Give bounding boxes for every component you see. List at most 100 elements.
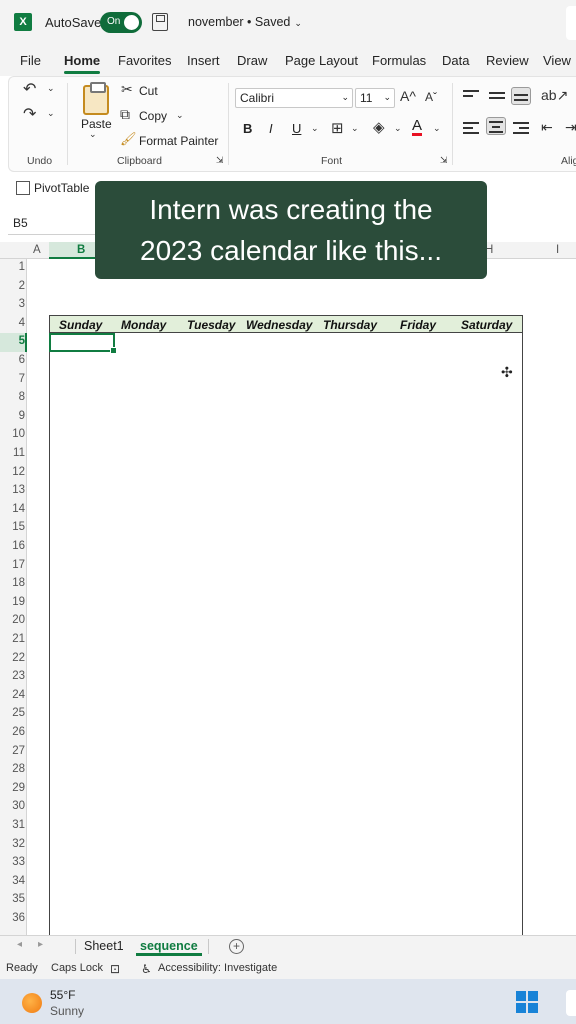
italic-button[interactable]: I (269, 121, 273, 136)
undo-dropdown-icon[interactable]: ⌄ (47, 83, 55, 94)
day-friday[interactable]: Friday (400, 318, 436, 332)
weather-description[interactable]: Sunny (50, 1004, 84, 1018)
row-header-35[interactable]: 35 (0, 893, 25, 905)
row-header-30[interactable]: 30 (0, 800, 25, 812)
cut-button[interactable]: Cut (139, 84, 158, 98)
underline-dropdown-icon[interactable]: ⌄ (311, 123, 319, 134)
paste-dropdown-icon[interactable]: ⌄ (89, 129, 97, 140)
row-header-15[interactable]: 15 (0, 521, 25, 533)
align-top-icon[interactable] (461, 87, 481, 105)
save-icon[interactable] (152, 13, 168, 31)
weather-temperature[interactable]: 55°F (50, 988, 75, 1002)
underline-button[interactable]: U (292, 121, 301, 136)
row-header-16[interactable]: 16 (0, 540, 25, 552)
status-accessibility[interactable]: Accessibility: Investigate (158, 962, 277, 974)
row-header-32[interactable]: 32 (0, 838, 25, 850)
name-box[interactable]: B5 (8, 213, 98, 235)
calendar-body[interactable] (49, 333, 523, 935)
next-sheet-icon[interactable]: ▸ (38, 939, 43, 950)
row-header-13[interactable]: 13 (0, 484, 25, 496)
macro-record-icon[interactable]: ⊡ (110, 962, 120, 976)
align-right-icon[interactable] (511, 119, 531, 137)
sheet-tab-sequence[interactable]: sequence (140, 939, 198, 953)
tab-view[interactable]: View (543, 53, 571, 68)
row-header-34[interactable]: 34 (0, 875, 25, 887)
borders-dropdown-icon[interactable]: ⌄ (351, 123, 359, 134)
row-header-7[interactable]: 7 (0, 373, 25, 385)
copy-button[interactable]: Copy (139, 109, 167, 123)
pivot-table-button[interactable]: PivotTable (34, 181, 89, 195)
row-header-12[interactable]: 12 (0, 466, 25, 478)
fill-dropdown-icon[interactable]: ⌄ (394, 123, 402, 134)
borders-icon[interactable]: ⊞ (331, 119, 344, 137)
row-header-24[interactable]: 24 (0, 689, 25, 701)
tab-home[interactable]: Home (64, 53, 100, 68)
row-header-29[interactable]: 29 (0, 782, 25, 794)
font-launcher-icon[interactable]: ⇲ (440, 155, 448, 166)
row-header-9[interactable]: 9 (0, 410, 25, 422)
row-header-33[interactable]: 33 (0, 856, 25, 868)
fill-color-icon[interactable]: ◈ (373, 118, 385, 136)
clipboard-launcher-icon[interactable]: ⇲ (216, 155, 224, 166)
tab-favorites[interactable]: Favorites (118, 53, 171, 68)
prev-sheet-icon[interactable]: ◂ (17, 939, 22, 950)
decrease-font-icon[interactable]: Aˇ (425, 90, 437, 104)
day-tuesday[interactable]: Tuesday (187, 318, 235, 332)
align-center-icon[interactable] (486, 117, 506, 135)
row-header-18[interactable]: 18 (0, 577, 25, 589)
copy-dropdown-icon[interactable]: ⌄ (176, 110, 184, 121)
row-header-26[interactable]: 26 (0, 726, 25, 738)
row-header-20[interactable]: 20 (0, 614, 25, 626)
row-header-4[interactable]: 4 (0, 317, 25, 329)
font-size-select[interactable]: 11 ⌄ (355, 88, 395, 108)
row-header-11[interactable]: 11 (0, 447, 25, 459)
row-header-36[interactable]: 36 (0, 912, 25, 924)
align-middle-icon[interactable] (487, 89, 507, 107)
tab-review[interactable]: Review (486, 53, 529, 68)
row-header-22[interactable]: 22 (0, 652, 25, 664)
align-left-icon[interactable] (461, 119, 481, 137)
add-sheet-button[interactable]: + (229, 939, 244, 954)
column-header-a[interactable]: A (33, 244, 41, 256)
day-monday[interactable]: Monday (121, 318, 166, 332)
row-header-8[interactable]: 8 (0, 391, 25, 403)
day-thursday[interactable]: Thursday (323, 318, 377, 332)
row-header-25[interactable]: 25 (0, 707, 25, 719)
paste-icon[interactable] (83, 82, 109, 115)
row-header-28[interactable]: 28 (0, 763, 25, 775)
tab-data[interactable]: Data (442, 53, 469, 68)
tab-insert[interactable]: Insert (187, 53, 220, 68)
day-wednesday[interactable]: Wednesday (246, 318, 312, 332)
active-cell-b5[interactable] (49, 333, 117, 354)
row-header-6[interactable]: 6 (0, 354, 25, 366)
row-header-10[interactable]: 10 (0, 428, 25, 440)
column-header-i[interactable]: I (556, 244, 559, 256)
font-color-icon[interactable]: A (412, 118, 423, 136)
redo-icon[interactable]: ↷ (23, 104, 36, 124)
document-title[interactable]: november • Saved ⌄ (188, 15, 302, 29)
font-name-select[interactable]: Calibri ⌄ (235, 88, 353, 108)
row-header-31[interactable]: 31 (0, 819, 25, 831)
row-header-14[interactable]: 14 (0, 503, 25, 515)
search-box-edge[interactable] (566, 6, 576, 40)
row-header-27[interactable]: 27 (0, 745, 25, 757)
day-saturday[interactable]: Saturday (461, 318, 512, 332)
row-header-3[interactable]: 3 (0, 298, 25, 310)
align-bottom-icon[interactable] (511, 87, 531, 105)
bold-button[interactable]: B (243, 121, 252, 136)
autosave-toggle[interactable]: On (100, 12, 142, 33)
row-header-21[interactable]: 21 (0, 633, 25, 645)
day-sunday[interactable]: Sunday (59, 318, 102, 332)
row-header-19[interactable]: 19 (0, 596, 25, 608)
row-header-1[interactable]: 1 (0, 261, 25, 273)
tab-file[interactable]: File (20, 53, 41, 68)
font-color-dropdown-icon[interactable]: ⌄ (433, 123, 441, 134)
row-header-23[interactable]: 23 (0, 670, 25, 682)
increase-font-icon[interactable]: A^ (400, 88, 416, 104)
tab-draw[interactable]: Draw (237, 53, 267, 68)
decrease-indent-icon[interactable]: ⇤ (541, 119, 553, 136)
orientation-icon[interactable]: ab↗ (541, 87, 568, 104)
format-painter-button[interactable]: Format Painter (139, 134, 218, 148)
undo-icon[interactable]: ↶ (23, 79, 36, 99)
row-header-5[interactable]: 5 (0, 335, 25, 347)
